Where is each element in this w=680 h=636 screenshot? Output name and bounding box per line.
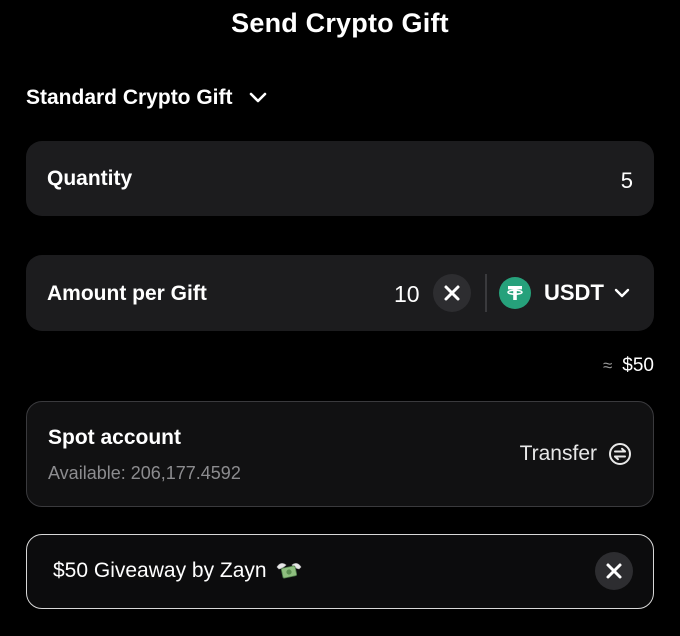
account-selector: Spot account Available: 206,177.4592 Tra… bbox=[26, 401, 654, 507]
clear-amount-button[interactable] bbox=[433, 274, 471, 312]
transfer-label: Transfer bbox=[519, 442, 597, 465]
gift-message-field[interactable]: $50 Giveaway by Zayn bbox=[26, 534, 654, 609]
chevron-down-icon bbox=[249, 89, 267, 107]
gift-type-label: Standard Crypto Gift bbox=[26, 86, 233, 109]
amount-input[interactable]: 10 bbox=[394, 281, 420, 308]
divider bbox=[485, 274, 487, 312]
available-balance: Available: 206,177.4592 bbox=[48, 463, 241, 483]
transfer-icon bbox=[609, 443, 631, 465]
close-icon bbox=[606, 563, 622, 579]
gift-message-input[interactable]: $50 Giveaway by Zayn bbox=[53, 559, 303, 583]
gift-type-dropdown[interactable]: Standard Crypto Gift bbox=[26, 86, 267, 110]
amount-per-gift-field: Amount per Gift 10 USDT bbox=[26, 255, 654, 331]
chevron-down-icon bbox=[614, 285, 630, 301]
clear-message-button[interactable] bbox=[595, 552, 633, 590]
approx-symbol: ≈ bbox=[602, 356, 613, 375]
quantity-input[interactable]: 5 bbox=[621, 168, 633, 194]
total-estimate: ≈ $50 bbox=[603, 355, 654, 377]
close-icon bbox=[444, 285, 460, 301]
money-with-wings-icon bbox=[276, 563, 301, 579]
page-title: Send Crypto Gift bbox=[231, 8, 449, 38]
quantity-label: Quantity bbox=[47, 167, 133, 190]
account-label: Spot account bbox=[48, 426, 182, 449]
currency-selector[interactable]: USDT bbox=[499, 277, 630, 309]
transfer-button[interactable]: Transfer bbox=[520, 442, 632, 466]
tether-icon bbox=[499, 277, 531, 309]
estimate-value: $50 bbox=[622, 355, 654, 376]
amount-label: Amount per Gift bbox=[47, 282, 207, 305]
gift-message-text: $50 Giveaway by Zayn bbox=[53, 559, 267, 582]
currency-label: USDT bbox=[544, 280, 604, 305]
quantity-field[interactable]: Quantity 5 bbox=[26, 141, 654, 216]
